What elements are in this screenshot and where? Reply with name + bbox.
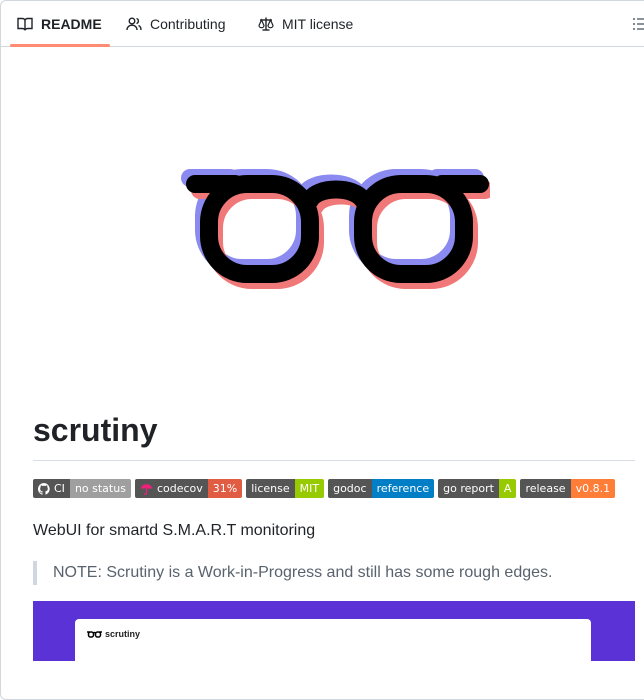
- ci-badge[interactable]: CI no status: [33, 479, 131, 498]
- license-badge[interactable]: license MIT: [246, 479, 325, 498]
- screenshot-app-logo: scrutiny: [87, 629, 140, 639]
- tab-contributing-label: Contributing: [150, 15, 226, 32]
- active-tab-indicator: [10, 44, 110, 47]
- readme-title: scrutiny: [33, 410, 635, 461]
- godoc-badge-label: godoc: [328, 479, 372, 498]
- godoc-badge[interactable]: godoc reference: [328, 479, 435, 498]
- note-blockquote: NOTE: Scrutiny is a Work-in-Progress and…: [33, 561, 552, 585]
- codecov-umbrella-icon: [140, 483, 153, 495]
- project-description: WebUI for smartd S.M.A.R.T monitoring: [33, 522, 316, 539]
- outline-button[interactable]: [632, 16, 644, 37]
- tab-license-label: MIT license: [282, 15, 354, 32]
- glasses-icon: [181, 169, 494, 289]
- badge-row: CI no status codecov 31% license MIT god…: [33, 479, 616, 498]
- screenshot-app-card: scrutiny: [75, 619, 591, 661]
- ci-badge-label: CI: [54, 482, 65, 495]
- go-report-badge[interactable]: go report A: [438, 479, 517, 498]
- book-icon: [17, 17, 33, 31]
- note-text: NOTE: Scrutiny is a Work-in-Progress and…: [53, 564, 553, 581]
- github-icon: [38, 482, 50, 495]
- go-report-badge-value: A: [498, 479, 517, 498]
- tab-readme-label: README: [41, 15, 102, 32]
- screenshot-app-name: scrutiny: [105, 629, 141, 639]
- codecov-badge-label: codecov: [156, 482, 203, 495]
- ci-badge-value: no status: [69, 479, 131, 498]
- law-scale-icon: [258, 17, 274, 31]
- readme-panel: [0, 0, 644, 700]
- go-report-badge-label: go report: [438, 479, 499, 498]
- readme-tab-bar: README Contributing MIT license: [0, 0, 644, 47]
- dashboard-screenshot: scrutiny: [33, 601, 635, 661]
- codecov-badge[interactable]: codecov 31%: [134, 479, 243, 498]
- tab-contributing[interactable]: Contributing: [126, 0, 226, 47]
- release-badge-value: v0.8.1: [570, 479, 616, 498]
- tab-readme[interactable]: README: [17, 0, 102, 47]
- logo-image: [180, 160, 494, 305]
- tab-license[interactable]: MIT license: [258, 0, 353, 47]
- license-badge-label: license: [246, 479, 295, 498]
- people-icon: [126, 17, 142, 30]
- godoc-badge-value: reference: [371, 479, 435, 498]
- license-badge-value: MIT: [294, 479, 325, 498]
- glasses-icon: [87, 630, 102, 638]
- release-badge[interactable]: release v0.8.1: [520, 479, 616, 498]
- codecov-badge-value: 31%: [207, 479, 243, 498]
- release-badge-label: release: [520, 479, 571, 498]
- list-unordered-icon: [633, 18, 644, 30]
